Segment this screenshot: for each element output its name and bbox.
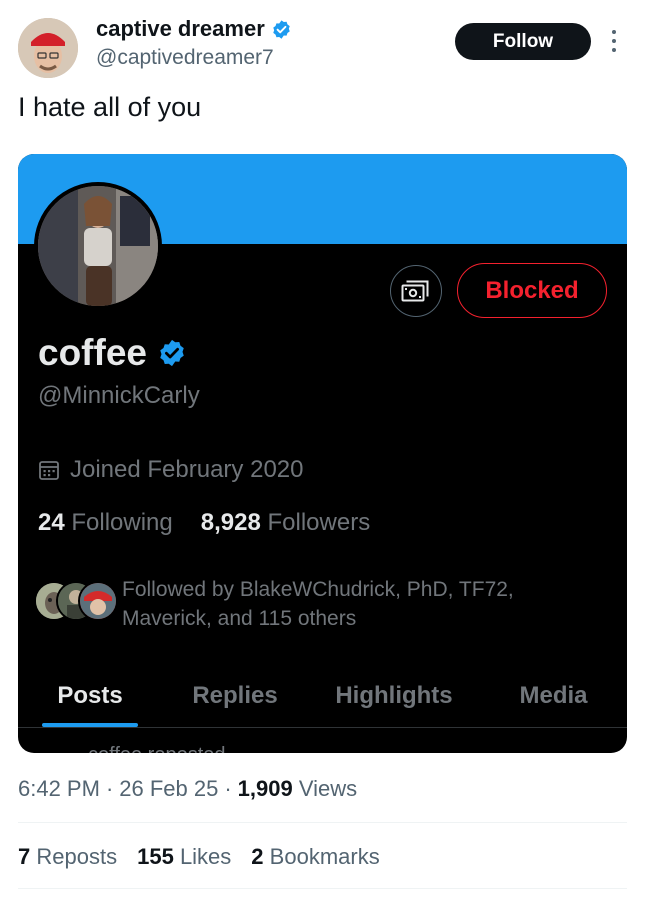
joined-date: Joined February 2020 bbox=[38, 456, 303, 484]
profile-stats: 24 Following 8,928 Followers bbox=[38, 509, 370, 537]
likes-count: 155 bbox=[137, 844, 174, 869]
calendar-icon bbox=[39, 461, 59, 480]
subscribe-icon[interactable] bbox=[390, 265, 442, 317]
verified-badge-icon bbox=[273, 19, 290, 39]
reposts-link[interactable]: 7 Reposts bbox=[18, 844, 117, 870]
profile-handle: @MinnickCarly bbox=[38, 382, 200, 409]
profile-tabs: Posts Replies Highlights Media bbox=[18, 664, 627, 728]
reposts-count: 7 bbox=[18, 844, 31, 869]
views-label: Views bbox=[298, 776, 358, 801]
views[interactable]: 1,909 Views bbox=[238, 776, 357, 802]
blocked-button[interactable]: Blocked bbox=[457, 263, 607, 318]
follow-button[interactable]: Follow bbox=[455, 23, 591, 60]
following-link[interactable]: 24 Following bbox=[38, 509, 173, 537]
author-avatar[interactable] bbox=[18, 18, 78, 78]
profile-name-text: coffee bbox=[38, 332, 147, 373]
meta-separator: · bbox=[105, 776, 114, 801]
likes-link[interactable]: 155 Likes bbox=[137, 844, 231, 870]
tab-posts[interactable]: Posts bbox=[18, 664, 162, 727]
following-label: Following bbox=[71, 509, 173, 536]
tab-replies[interactable]: Replies bbox=[162, 664, 308, 727]
repost-peek-text: coffee reposted bbox=[88, 744, 226, 753]
tweet-text: I hate all of you bbox=[18, 92, 202, 122]
reposts-label: Reposts bbox=[36, 844, 118, 869]
more-options-icon[interactable] bbox=[604, 24, 624, 58]
profile-avatar[interactable] bbox=[34, 182, 162, 310]
author-name-text: captive dreamer bbox=[96, 16, 265, 41]
views-count: 1,909 bbox=[237, 776, 293, 801]
tweet-meta: 6:42 PM · 26 Feb 25 · 1,909 Views bbox=[18, 776, 357, 802]
follower-avatars bbox=[34, 581, 118, 629]
tweet-time[interactable]: 6:42 PM bbox=[18, 776, 100, 802]
followers-link[interactable]: 8,928 Followers bbox=[201, 509, 370, 537]
divider bbox=[18, 888, 627, 889]
likes-label: Likes bbox=[179, 844, 232, 869]
bookmarks-count: 2 bbox=[251, 844, 264, 869]
verified-badge-icon bbox=[160, 339, 184, 367]
followed-by-text: Followed by BlakeWChudrick, PhD, TF72, M… bbox=[122, 578, 514, 630]
profile-name[interactable]: coffee bbox=[38, 332, 187, 374]
meta-separator: · bbox=[224, 776, 232, 801]
following-count: 24 bbox=[38, 509, 65, 536]
profile-card[interactable]: Blocked coffee @MinnickCarly Joined Febr… bbox=[18, 154, 627, 753]
tab-highlights[interactable]: Highlights bbox=[308, 664, 480, 727]
engagement-stats: 7 Reposts 155 Likes 2 Bookmarks bbox=[18, 844, 380, 870]
tab-media[interactable]: Media bbox=[480, 664, 627, 727]
bookmarks-label: Bookmarks bbox=[269, 844, 380, 869]
bookmarks-link[interactable]: 2 Bookmarks bbox=[251, 844, 379, 870]
followers-label: Followers bbox=[267, 509, 371, 536]
followers-count: 8,928 bbox=[200, 509, 261, 536]
follower-avatar bbox=[78, 581, 118, 621]
author-handle[interactable]: @captivedreamer7 bbox=[96, 46, 274, 70]
author-name[interactable]: captive dreamer bbox=[96, 16, 292, 42]
joined-text: Joined February 2020 bbox=[70, 456, 304, 483]
divider bbox=[18, 822, 627, 823]
followed-by[interactable]: Followed by BlakeWChudrick, PhD, TF72, M… bbox=[34, 575, 562, 633]
tweet-date[interactable]: 26 Feb 25 bbox=[119, 776, 218, 802]
